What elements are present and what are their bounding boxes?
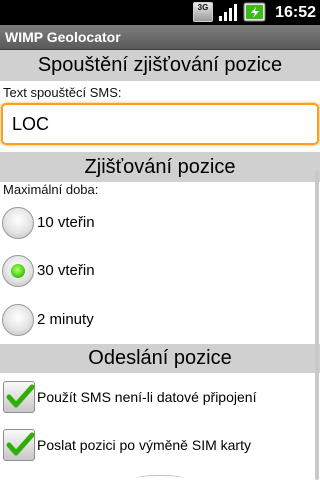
- radio-label: 10 vteřin: [37, 214, 95, 231]
- sms-text-label: Text spouštěcí SMS:: [3, 85, 122, 100]
- checkbox-checked[interactable]: [3, 381, 35, 413]
- section-header-trigger: Spouštění zjišťování pozice: [0, 50, 320, 81]
- battery-charging-icon: [243, 2, 266, 22]
- section-header-detection: Zjišťování pozice: [0, 152, 320, 182]
- scroll-more-indicator: [136, 475, 184, 480]
- checkbox-label: Použít SMS není-li datové připojení: [37, 389, 257, 405]
- radio-option-30s[interactable]: 30 vteřin: [0, 248, 312, 296]
- network-badge-label: 3G: [197, 3, 209, 12]
- radio-label: 2 minuty: [37, 311, 94, 328]
- radio-button-unchecked[interactable]: [2, 207, 34, 239]
- radio-button-checked[interactable]: [2, 255, 34, 287]
- max-time-label: Maximální doba:: [3, 182, 99, 197]
- checkmark-icon: [6, 384, 35, 408]
- sms-trigger-value: LOC: [12, 114, 50, 134]
- scrollbar[interactable]: [315, 170, 319, 480]
- settings-list[interactable]: Spouštění zjišťování pozice Text spouště…: [0, 50, 320, 480]
- sms-trigger-input[interactable]: LOC: [1, 103, 319, 145]
- checkbox-label: Poslat pozici po výměně SIM karty: [37, 437, 251, 453]
- checkbox-checked[interactable]: [3, 429, 35, 461]
- title-bar: WIMP Geolocator: [0, 25, 320, 50]
- app-title: WIMP Geolocator: [5, 29, 121, 45]
- network-3g-icon: 3G: [193, 2, 213, 22]
- section-header-sending: Odeslání pozice: [0, 344, 320, 373]
- radio-option-10s[interactable]: 10 vteřin: [0, 200, 312, 248]
- radio-button-unchecked[interactable]: [2, 304, 34, 336]
- checkbox-row-sms-fallback[interactable]: Použít SMS není-li datové připojení: [0, 373, 312, 421]
- radio-option-2min[interactable]: 2 minuty: [0, 297, 312, 345]
- checkbox-row-sim-change[interactable]: Poslat pozici po výměně SIM karty: [0, 421, 312, 469]
- checkmark-icon: [6, 432, 35, 456]
- signal-bars-icon: [219, 4, 237, 21]
- status-bar: 3G 16:52: [0, 0, 320, 25]
- clock: 16:52: [275, 4, 316, 21]
- radio-label: 30 vteřin: [37, 262, 95, 279]
